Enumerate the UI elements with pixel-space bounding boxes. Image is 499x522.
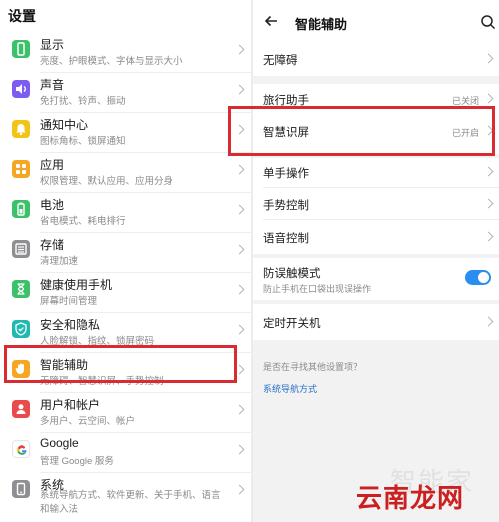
chevron-right-icon — [234, 204, 245, 215]
settings-item-subtitle: 管理 Google 服务 — [40, 456, 114, 467]
display-icon — [12, 40, 30, 58]
chevron-right-icon — [234, 324, 245, 335]
chevron-right-icon — [483, 93, 494, 104]
search-icon[interactable] — [480, 14, 496, 30]
google-icon — [12, 440, 30, 458]
settings-item-apps[interactable]: 应用 权限管理、默认应用、应用分身 — [0, 153, 251, 193]
system-icon — [12, 480, 30, 498]
row-gesture-control[interactable]: 手势控制 — [253, 188, 499, 220]
storage-icon — [12, 240, 30, 258]
suggestion-link[interactable]: 系统导航方式 — [263, 382, 317, 395]
watermark-brand: 云南龙网 — [356, 483, 465, 513]
shield-icon — [12, 320, 30, 338]
row-scheduled-power[interactable]: 定时开关机 — [253, 304, 499, 340]
smart-assist-panel: 智能辅助 无障碍 旅行助手 已关闭 智慧识屏 已开启 单手操作 手势控制 语音控… — [253, 0, 499, 522]
hourglass-icon — [12, 280, 30, 298]
settings-item-title: 通知中心 — [40, 118, 89, 132]
chevron-right-icon — [234, 44, 245, 55]
row-label: 定时开关机 — [263, 318, 321, 330]
settings-item-subtitle: 亮度、护眼模式、字体与显示大小 — [40, 56, 183, 67]
settings-item-title: Google — [40, 436, 79, 450]
row-voice-control[interactable]: 语音控制 — [253, 220, 499, 254]
pocket-mode-toggle[interactable] — [465, 270, 491, 285]
row-subtitle: 防止手机在口袋出现误操作 — [263, 284, 372, 294]
chevron-right-icon — [234, 484, 245, 495]
settings-item-subtitle: 屏幕时间管理 — [40, 296, 98, 307]
settings-panel: 设置 显示 亮度、护眼模式、字体与显示大小 声音 免打扰、铃声、振动 通知中心 … — [0, 0, 251, 522]
chevron-right-icon — [234, 164, 245, 175]
settings-item-subtitle: 权限管理、默认应用、应用分身 — [40, 176, 174, 187]
page-title: 智能辅助 — [295, 17, 348, 32]
chevron-right-icon — [483, 231, 494, 242]
chevron-right-icon — [234, 84, 245, 95]
settings-item-title: 显示 — [40, 38, 65, 52]
chevron-right-icon — [483, 166, 494, 177]
page-title: 设置 — [8, 8, 36, 24]
settings-item-google[interactable]: Google 管理 Google 服务 — [0, 433, 251, 473]
settings-item-title: 应用 — [40, 158, 65, 172]
apps-icon — [12, 160, 30, 178]
settings-item-title: 声音 — [40, 78, 65, 92]
suggestion-question: 是否在寻找其他设置项？ — [263, 362, 363, 372]
settings-item-sound[interactable]: 声音 免打扰、铃声、振动 — [0, 73, 251, 113]
notification-icon — [12, 120, 30, 138]
chevron-right-icon — [234, 404, 245, 415]
settings-item-title: 健康使用手机 — [40, 278, 113, 292]
battery-icon — [12, 200, 30, 218]
settings-item-title: 存储 — [40, 238, 65, 252]
settings-item-system[interactable]: 系统 系统导航方式、软件更新、关于手机、语言和输入法 — [0, 473, 251, 522]
row-label: 语音控制 — [263, 233, 309, 245]
row-one-hand-mode[interactable]: 单手操作 — [253, 158, 499, 188]
chevron-right-icon — [483, 53, 494, 64]
row-accessibility[interactable]: 无障碍 — [253, 40, 499, 76]
row-pocket-mode: 防误触模式 防止手机在口袋出现误操作 — [253, 258, 499, 300]
settings-item-subtitle: 多用户、云空间、帐户 — [40, 416, 136, 427]
settings-item-storage[interactable]: 存储 清理加速 — [0, 233, 251, 273]
chevron-right-icon — [234, 284, 245, 295]
highlight-box — [228, 106, 495, 156]
chevron-right-icon — [234, 244, 245, 255]
chevron-right-icon — [483, 316, 494, 327]
settings-item-title: 电池 — [40, 198, 65, 212]
row-label: 手势控制 — [263, 200, 309, 212]
highlight-box — [4, 345, 237, 383]
settings-item-title: 用户和帐户 — [40, 398, 101, 412]
settings-item-title: 安全和隐私 — [40, 318, 101, 332]
settings-item-users[interactable]: 用户和帐户 多用户、云空间、帐户 — [0, 393, 251, 433]
sound-icon — [12, 80, 30, 98]
user-icon — [12, 400, 30, 418]
row-label: 无障碍 — [263, 55, 298, 67]
row-label: 防误触模式 — [263, 268, 321, 280]
settings-item-digital-health[interactable]: 健康使用手机 屏幕时间管理 — [0, 273, 251, 313]
settings-item-subtitle: 图标角标、锁屏通知 — [40, 136, 126, 147]
row-label: 单手操作 — [263, 168, 309, 180]
chevron-right-icon — [483, 198, 494, 209]
chevron-right-icon — [234, 444, 245, 455]
settings-item-notification[interactable]: 通知中心 图标角标、锁屏通知 — [0, 113, 251, 153]
settings-item-subtitle: 系统导航方式、软件更新、关于手机、语言和输入法 — [40, 490, 221, 515]
settings-item-subtitle: 免打扰、铃声、振动 — [40, 96, 126, 107]
back-arrow-icon[interactable] — [263, 13, 279, 29]
settings-item-subtitle: 清理加速 — [40, 256, 79, 267]
settings-item-battery[interactable]: 电池 省电模式、耗电排行 — [0, 193, 251, 233]
settings-item-display[interactable]: 显示 亮度、护眼模式、字体与显示大小 — [0, 33, 251, 73]
settings-item-subtitle: 省电模式、耗电排行 — [40, 216, 126, 227]
